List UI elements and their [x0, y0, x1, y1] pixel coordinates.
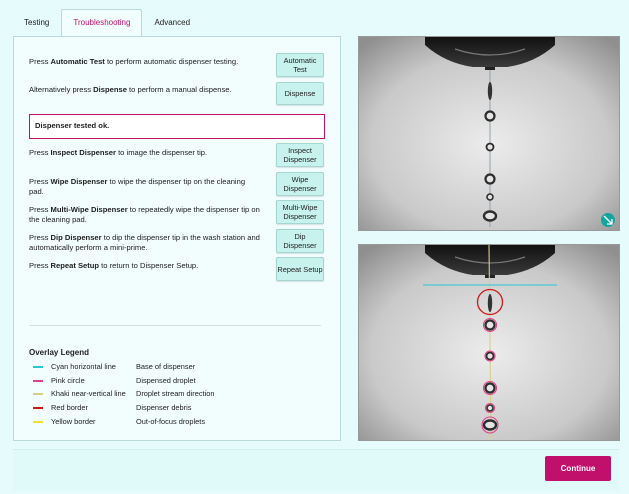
tab-bar: Testing Troubleshooting Advanced: [12, 9, 202, 36]
dispenser-tip-image: [359, 37, 619, 230]
continue-button[interactable]: Continue: [545, 456, 611, 481]
multi-wipe-dispenser-instruction: Press Multi-Wipe Dispenser to repeatedly…: [29, 205, 260, 224]
wipe-dispenser-instruction: Press Wipe Dispenser to wipe the dispens…: [29, 177, 246, 196]
inspect-dispenser-instruction: Press Inspect Dispenser to image the dis…: [29, 148, 208, 157]
legend-item-khaki: Khaki near-vertical line Droplet stream …: [29, 389, 329, 399]
repeat-setup-instruction: Press Repeat Setup to return to Dispense…: [29, 261, 199, 270]
overlay-legend-title: Overlay Legend: [29, 348, 90, 357]
legend-item-yellow: Yellow border Out-of-focus droplets: [29, 417, 329, 427]
legend-swatch-red: [33, 407, 43, 409]
tab-advanced[interactable]: Advanced: [142, 9, 202, 36]
troubleshooting-panel: Press Automatic Test to perform automati…: [13, 36, 341, 441]
legend-swatch-yellow: [33, 421, 43, 423]
dispenser-overlay-image: [359, 245, 619, 440]
wipe-dispenser-button[interactable]: Wipe Dispenser: [276, 172, 324, 196]
footer-bar: [13, 449, 619, 490]
dispense-button[interactable]: Dispense: [276, 82, 324, 105]
legend-swatch-cyan: [33, 366, 43, 368]
legend-swatch-khaki: [33, 393, 43, 395]
repeat-setup-button[interactable]: Repeat Setup: [276, 257, 324, 281]
dispenser-camera-image-overlay: [358, 244, 620, 441]
legend-swatch-pink: [33, 380, 43, 382]
expand-diagonal-icon[interactable]: [601, 213, 615, 227]
status-message: Dispenser tested ok.: [29, 114, 325, 139]
tab-troubleshooting[interactable]: Troubleshooting: [61, 9, 143, 36]
dispenser-camera-image-top: [358, 36, 620, 231]
legend-item-pink: Pink circle Dispensed droplet: [29, 376, 329, 386]
dip-dispenser-instruction: Press Dip Dispenser to dip the dispenser…: [29, 233, 260, 252]
tab-testing[interactable]: Testing: [12, 9, 61, 36]
legend-item-red: Red border Dispenser debris: [29, 403, 329, 413]
dispense-instruction: Alternatively press Dispense to perform …: [29, 85, 232, 94]
automatic-test-button[interactable]: Automatic Test: [276, 53, 324, 77]
dip-dispenser-button[interactable]: Dip Dispenser: [276, 229, 324, 253]
divider: [29, 325, 321, 326]
legend-item-cyan: Cyan horizontal line Base of dispenser: [29, 362, 329, 372]
multi-wipe-dispenser-button[interactable]: Multi-Wipe Dispenser: [276, 200, 324, 224]
automatic-test-instruction: Press Automatic Test to perform automati…: [29, 57, 239, 66]
inspect-dispenser-button[interactable]: Inspect Dispenser: [276, 143, 324, 167]
